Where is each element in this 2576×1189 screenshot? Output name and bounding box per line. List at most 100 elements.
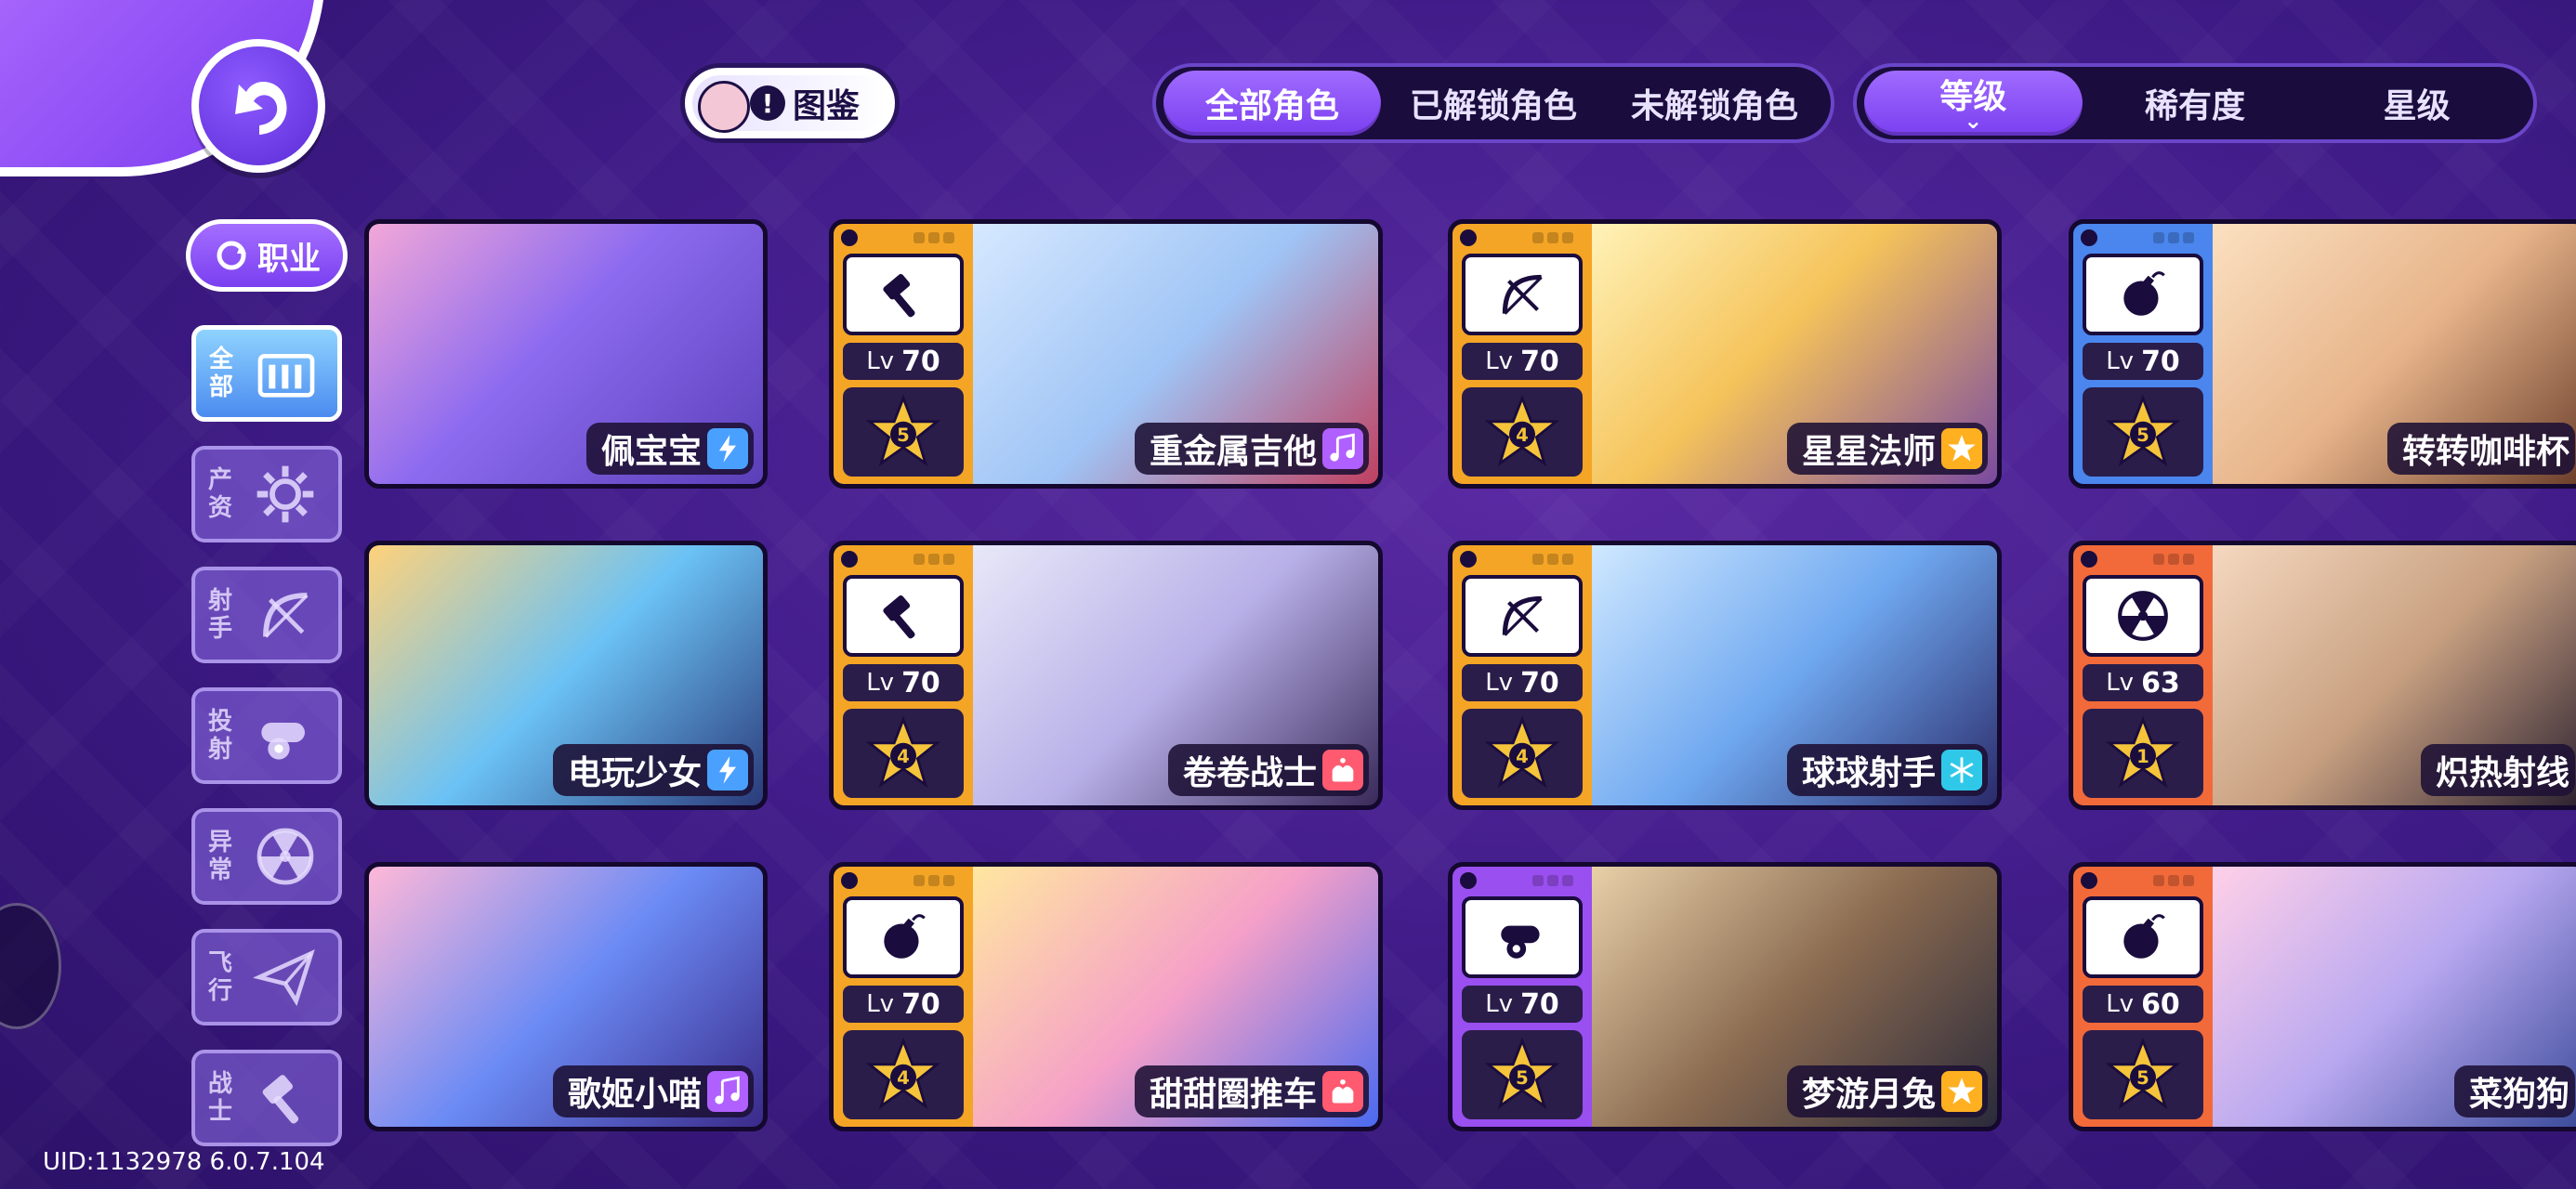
level-prefix: Lv — [866, 990, 895, 1018]
corner-dot — [841, 551, 858, 568]
character-card[interactable]: Lv 70 4 星星法师 — [1448, 219, 2002, 489]
star-rank-badge: 5 — [2083, 387, 2203, 477]
codex-label-group: ! 图鉴 — [750, 79, 860, 127]
level-badge: Lv 70 — [1462, 986, 1583, 1023]
corner-dot — [841, 872, 858, 889]
star-icon: 1 — [2105, 715, 2181, 789]
star-rank-badge: 5 — [2083, 1030, 2203, 1119]
character-name: 佩宝宝 — [600, 433, 702, 471]
character-card[interactable]: 歌姬小喵 — [364, 862, 768, 1131]
name-plate: 炽热射线 — [2420, 744, 2575, 796]
sidebar-item-hammer[interactable]: 战士 — [191, 1050, 342, 1146]
star-count: 5 — [1516, 1067, 1529, 1089]
character-card[interactable]: Lv 70 4 卷卷战士 — [829, 541, 1383, 810]
sidebar-item-cannon[interactable]: 投射 — [191, 687, 342, 784]
star-rank-badge: 1 — [2083, 709, 2203, 798]
level-prefix: Lv — [1485, 990, 1514, 1018]
character-name: 菜狗狗 — [2468, 1076, 2569, 1114]
cake-icon — [1322, 750, 1363, 790]
corner-dot — [1460, 872, 1477, 889]
stat-column: Lv 70 4 — [1452, 224, 1592, 484]
character-card[interactable]: Lv 70 5 重金属吉他 — [829, 219, 1383, 489]
sort-tab-level[interactable]: 等级 ⌄ — [1864, 71, 2083, 136]
corner-dot — [2081, 872, 2097, 889]
sun-gear-icon — [243, 455, 327, 533]
filter-tab-unlocked[interactable]: 已解锁角色 — [1381, 71, 1606, 136]
name-plate: 转转咖啡杯 — [2386, 423, 2575, 475]
level-badge: Lv 70 — [843, 343, 964, 380]
cannon-icon — [1462, 896, 1583, 978]
star-rank-badge: 4 — [1462, 709, 1583, 798]
level-value: 63 — [2141, 666, 2180, 699]
name-plate: 梦游月兔 — [1786, 1065, 1988, 1117]
star-icon: 5 — [2105, 394, 2181, 467]
level-value: 60 — [2141, 987, 2180, 1021]
job-filter-label: 职业 — [257, 240, 321, 278]
star-icon — [1941, 1071, 1982, 1112]
character-card[interactable]: Lv 70 5 梦游月兔 — [1448, 862, 2002, 1131]
character-card[interactable]: Lv 63 1 炽热射线 — [2069, 541, 2576, 810]
stat-column: Lv 70 4 — [834, 545, 973, 805]
name-plate: 佩宝宝 — [585, 423, 754, 475]
corner-dot — [1460, 551, 1477, 568]
star-count: 5 — [897, 425, 910, 446]
filter-tab-locked[interactable]: 未解锁角色 — [1606, 71, 1823, 136]
level-value: 70 — [1520, 666, 1559, 699]
star-icon: 4 — [1484, 715, 1560, 789]
sort-tab-stars[interactable]: 星级 — [2307, 71, 2526, 136]
character-card[interactable]: 佩宝宝 — [364, 219, 768, 489]
hammer-icon — [843, 575, 964, 657]
character-name: 梦游月兔 — [1801, 1076, 1936, 1114]
corner-dot — [841, 229, 858, 246]
character-name: 重金属吉他 — [1149, 433, 1317, 471]
back-button[interactable] — [191, 39, 325, 173]
name-plate: 卷卷战士 — [1167, 744, 1369, 796]
star-icon: 5 — [2105, 1037, 2181, 1110]
level-prefix: Lv — [2106, 990, 2135, 1018]
sort-tab-rarity[interactable]: 稀有度 — [2083, 71, 2308, 136]
character-card[interactable]: Lv 70 5 转转咖啡杯 — [2069, 219, 2576, 489]
name-plate: 甜甜圈推车 — [1134, 1065, 1369, 1117]
character-name: 甜甜圈推车 — [1149, 1076, 1317, 1114]
level-value: 70 — [1520, 987, 1559, 1021]
star-icon: 5 — [865, 394, 941, 467]
rarity-dots — [2083, 229, 2203, 246]
star-count: 5 — [2136, 425, 2149, 446]
bow-icon — [1462, 575, 1583, 657]
level-prefix: Lv — [1485, 669, 1514, 697]
job-filter-button[interactable]: 职业 — [186, 219, 348, 292]
stat-column: Lv 70 5 — [834, 224, 973, 484]
character-name: 卷卷战士 — [1182, 754, 1317, 792]
sidebar-item-bow[interactable]: 射手 — [191, 567, 342, 663]
level-value: 70 — [1520, 345, 1559, 378]
star-icon: 5 — [1484, 1037, 1560, 1110]
bomb-icon — [2083, 896, 2203, 978]
sidebar-item-paper-plane[interactable]: 飞行 — [191, 929, 342, 1026]
character-card[interactable]: Lv 70 4 甜甜圈推车 — [829, 862, 1383, 1131]
character-name: 电玩少女 — [567, 754, 702, 792]
filter-tab-all[interactable]: 全部角色 — [1163, 71, 1382, 136]
character-card[interactable]: Lv 60 5 菜狗狗 — [2069, 862, 2576, 1131]
rarity-dots — [843, 229, 964, 246]
star-rank-badge: 4 — [843, 709, 964, 798]
level-prefix: Lv — [866, 347, 895, 375]
level-prefix: Lv — [866, 669, 895, 697]
rarity-dots — [2083, 551, 2203, 568]
sidebar-item-all[interactable]: 全部 — [191, 325, 342, 422]
sidebar-item-sun-gear[interactable]: 产资 — [191, 446, 342, 542]
sidebar-item-label: 产资 — [207, 466, 232, 522]
radiation-icon — [2083, 575, 2203, 657]
character-card[interactable]: Lv 70 4 球球射手 — [1448, 541, 2002, 810]
rarity-dots — [843, 551, 964, 568]
star-count: 4 — [897, 746, 910, 767]
character-name: 转转咖啡杯 — [2401, 433, 2569, 471]
codex-button[interactable]: ! 图鉴 — [680, 63, 900, 143]
star-count: 1 — [2136, 746, 2149, 767]
level-badge: Lv 70 — [1462, 664, 1583, 701]
star-rank-badge: 5 — [1462, 1030, 1583, 1119]
level-badge: Lv 70 — [1462, 343, 1583, 380]
paper-plane-icon — [243, 938, 327, 1016]
star-icon: 4 — [865, 1037, 941, 1110]
sidebar-item-radiation[interactable]: 异常 — [191, 808, 342, 905]
character-card[interactable]: 电玩少女 — [364, 541, 768, 810]
